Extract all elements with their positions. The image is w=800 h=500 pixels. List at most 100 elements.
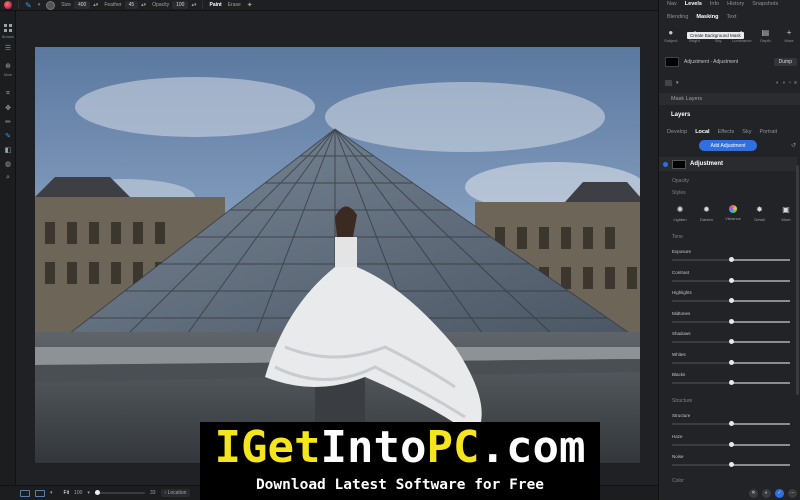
slider-knob[interactable]: [728, 441, 734, 447]
style-lighten-button[interactable]: ✺ Lighten: [669, 205, 691, 222]
fit-button[interactable]: Fit: [64, 490, 70, 496]
view-mask-icon[interactable]: ◔: [788, 80, 791, 86]
tab-nav[interactable]: Nav: [667, 1, 677, 7]
chevron-down-icon[interactable]: ▾: [87, 490, 90, 496]
browse-grid-icon[interactable]: [3, 23, 13, 33]
reset-icon[interactable]: ↺: [791, 142, 796, 149]
more-tools-icon[interactable]: ⊕: [3, 61, 13, 71]
slider-label-contrast: Contrast: [672, 269, 690, 275]
mask-tool-depth[interactable]: ▤ Depth: [754, 28, 776, 48]
mask-tool-more[interactable]: + More: [778, 28, 800, 48]
paint-button[interactable]: Paint: [209, 2, 221, 8]
noise-slider[interactable]: [672, 462, 790, 467]
brush-preview[interactable]: [46, 0, 56, 10]
tab-snapshots[interactable]: Snapshots: [752, 1, 778, 7]
slider-knob[interactable]: [728, 380, 734, 385]
size-control[interactable]: Size 400 ▴▾: [61, 1, 98, 9]
slider-fill: [731, 361, 790, 364]
slider-knob[interactable]: [728, 277, 734, 283]
opacity-input[interactable]: 100: [172, 1, 189, 9]
zoom-slider-knob[interactable]: [94, 490, 100, 495]
slider-knob[interactable]: [728, 339, 734, 344]
compare-mode-icon[interactable]: [35, 489, 45, 497]
mask-brush-icon[interactable]: ✎: [3, 131, 13, 141]
crop-icon[interactable]: ⌗: [3, 89, 13, 99]
zoom-icon[interactable]: ⌕: [3, 173, 13, 183]
erase-button[interactable]: Erase: [228, 2, 241, 8]
tab-local[interactable]: Local: [695, 129, 709, 135]
settings-icon[interactable]: ⋯: [788, 488, 797, 498]
contrast-slider[interactable]: [672, 277, 790, 283]
view-mode-icon[interactable]: [20, 489, 30, 497]
tab-text[interactable]: Text: [726, 14, 736, 20]
chevron-down-icon[interactable]: ▾: [38, 2, 41, 8]
location-field[interactable]: ‹ Location: [160, 489, 191, 497]
dump-button[interactable]: Dump: [773, 58, 797, 66]
shadows-slider[interactable]: [672, 339, 790, 344]
whites-slider[interactable]: [672, 359, 790, 365]
tab-masking[interactable]: Masking: [696, 14, 718, 20]
style-darken-button[interactable]: ✹ Darken: [696, 205, 718, 222]
tab-levels[interactable]: Levels: [685, 1, 702, 7]
slider-knob[interactable]: [728, 257, 734, 262]
slider-knob[interactable]: [728, 298, 734, 303]
adjustment-header[interactable]: Adjustment: [659, 157, 797, 171]
slider-knob[interactable]: [728, 462, 734, 467]
panel-scrollbar[interactable]: [796, 165, 799, 395]
haze-slider[interactable]: [672, 441, 790, 447]
mask-swatch-icon[interactable]: [665, 79, 672, 86]
cycle-icon[interactable]: ◐: [762, 488, 771, 498]
slider-knob[interactable]: [728, 421, 734, 426]
panel-bottom-icons: ✕ ◐ ✓ ⋯: [659, 486, 800, 500]
move-icon[interactable]: ✥: [3, 103, 13, 113]
wand-icon[interactable]: ✦: [247, 1, 253, 9]
tab-blending[interactable]: Blending: [667, 14, 688, 20]
tab-develop[interactable]: Develop: [667, 129, 687, 135]
brush-icon[interactable]: ✏: [3, 117, 13, 127]
opacity-stepper-icon[interactable]: ▴▾: [191, 2, 196, 8]
confirm-icon[interactable]: ✓: [775, 488, 784, 498]
tab-effects[interactable]: Effects: [718, 129, 735, 135]
size-stepper-icon[interactable]: ▴▾: [93, 2, 98, 8]
app-logo-icon[interactable]: [4, 1, 12, 9]
tab-sky[interactable]: Sky: [742, 129, 751, 135]
mask-tool-subject[interactable]: ● Subject: [660, 28, 682, 48]
invert-icon[interactable]: ◐: [776, 80, 779, 86]
eraser-icon[interactable]: ◧: [3, 145, 13, 155]
tab-portrait[interactable]: Portrait: [759, 129, 777, 135]
adjustment-thumbnail[interactable]: [672, 159, 686, 169]
canvas-area[interactable]: [16, 11, 658, 485]
midtones-slider[interactable]: [672, 318, 790, 324]
add-adjustment-button[interactable]: Add Adjustment: [699, 140, 757, 151]
close-icon[interactable]: ✕: [749, 488, 758, 498]
structure-slider[interactable]: [672, 421, 790, 426]
brush-tool-icon[interactable]: ✎: [25, 1, 32, 10]
opacity-control[interactable]: Opacity 100 ▴▾: [152, 1, 196, 9]
visibility-icon[interactable]: [663, 161, 668, 167]
slider-knob[interactable]: [728, 359, 734, 365]
feather-input[interactable]: 45: [124, 1, 139, 9]
menu-icon[interactable]: ≡: [794, 80, 797, 86]
size-input[interactable]: 400: [73, 1, 91, 9]
exposure-slider[interactable]: [672, 257, 790, 262]
highlights-slider[interactable]: [672, 298, 790, 303]
blacks-slider[interactable]: [672, 380, 790, 385]
clone-icon[interactable]: ◍: [3, 159, 13, 169]
style-vibrance-button[interactable]: Vibrance: [722, 205, 744, 222]
sliders-icon[interactable]: ☰: [3, 43, 13, 53]
feather-stepper-icon[interactable]: ▴▾: [141, 2, 146, 8]
feather-control[interactable]: Feather 45 ▴▾: [104, 1, 146, 9]
slider-knob[interactable]: [728, 318, 734, 324]
style-detail-button[interactable]: ✸ Detail: [749, 205, 771, 222]
chevron-down-icon[interactable]: ▾: [676, 80, 679, 86]
overlay-icon[interactable]: ◑: [782, 80, 785, 86]
mask-layers-header[interactable]: Mask Layers: [659, 93, 800, 105]
mask-row[interactable]: Adjustment - Adjustment Dump: [665, 56, 797, 68]
photo-canvas[interactable]: [35, 47, 640, 463]
mask-thumbnail[interactable]: [665, 57, 679, 67]
style-more-button[interactable]: ▣ More: [775, 205, 797, 222]
tab-info[interactable]: Info: [710, 1, 719, 7]
tab-history[interactable]: History: [727, 1, 744, 7]
chevron-down-icon[interactable]: ▾: [50, 490, 53, 496]
zoom-slider[interactable]: [94, 490, 145, 495]
